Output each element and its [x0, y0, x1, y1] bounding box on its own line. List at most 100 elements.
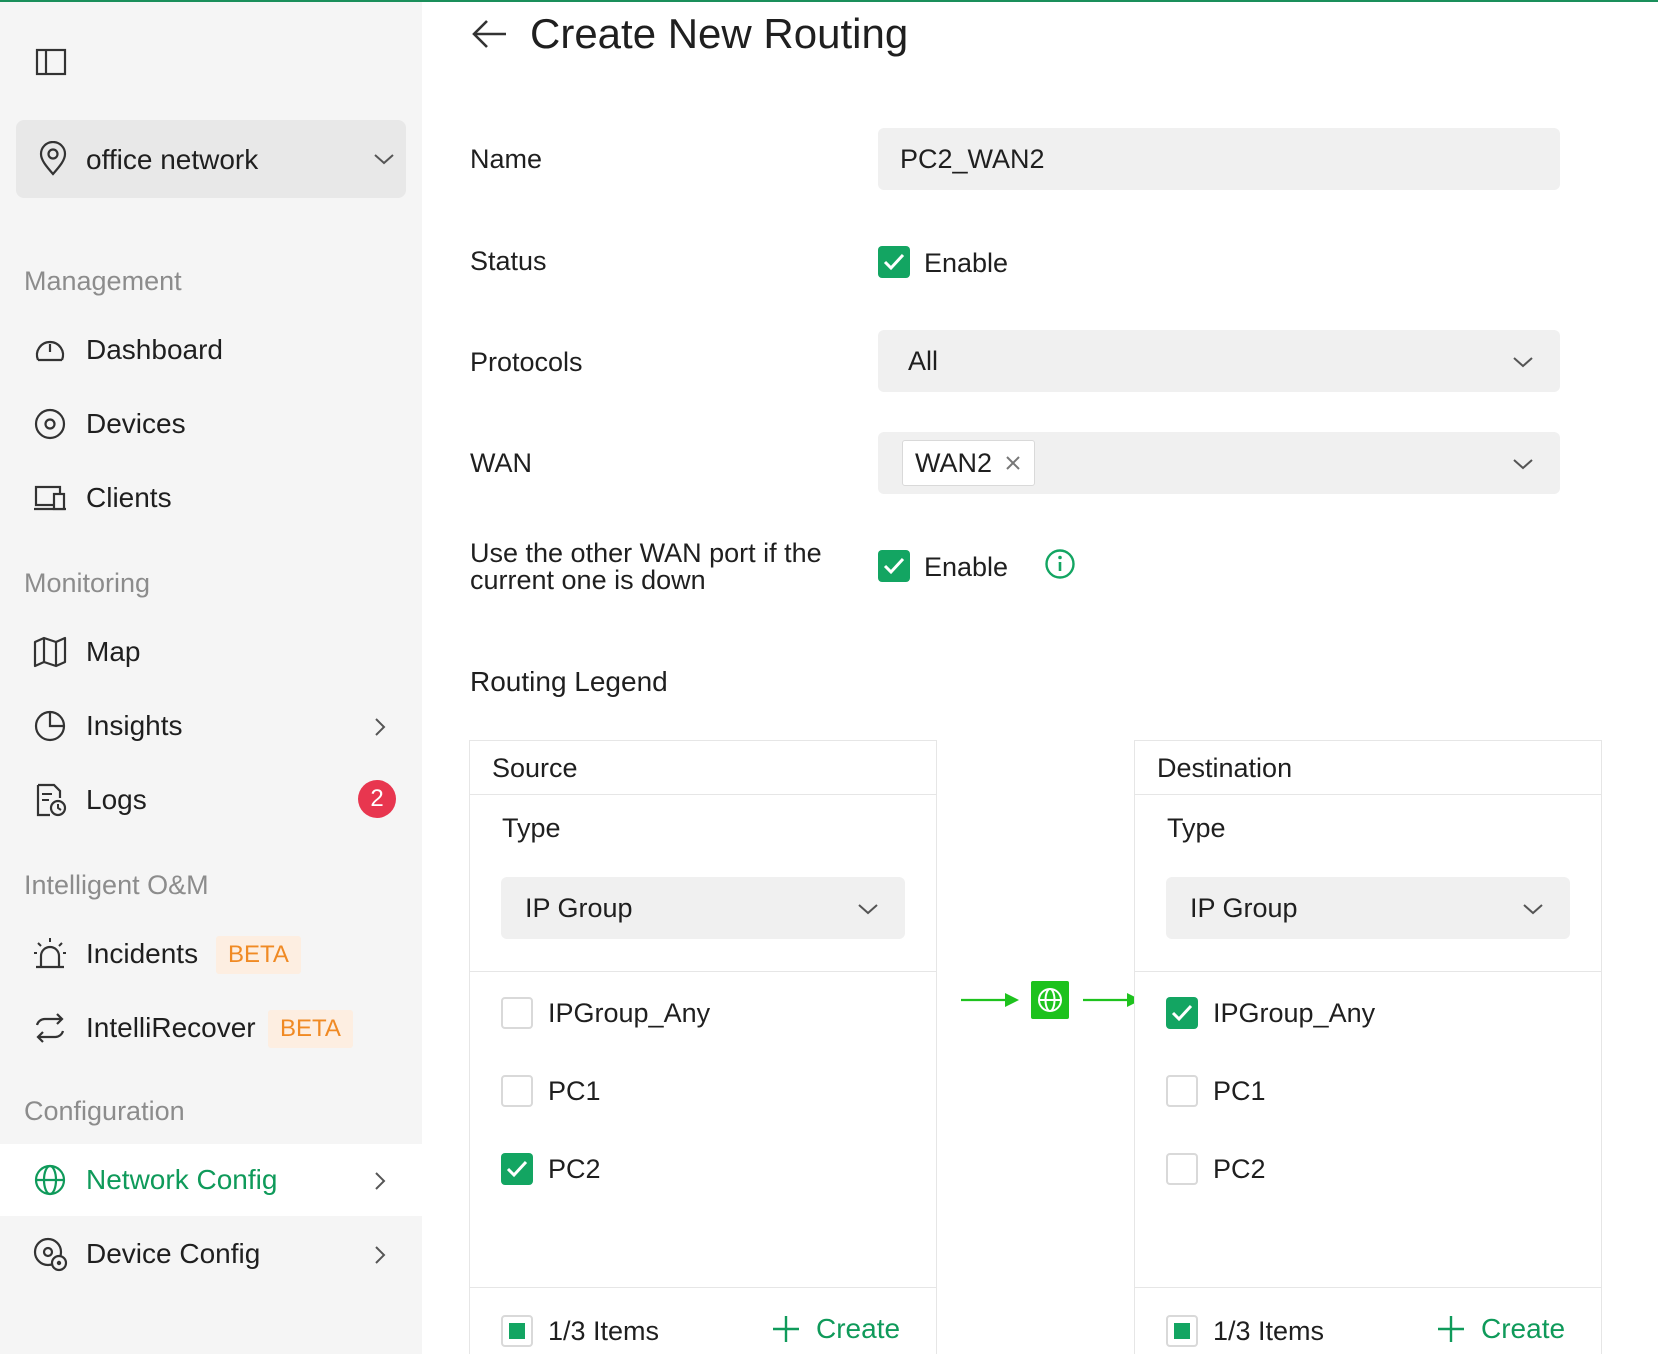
site-selector-label: office network	[86, 144, 259, 175]
sidebar-item-label: IntelliRecover	[86, 1012, 256, 1043]
device-config-icon	[33, 1237, 68, 1272]
sidebar-item-device-config[interactable]: Device Config	[0, 1218, 422, 1290]
sidebar: office network Management Dashboard Devi…	[0, 2, 422, 1354]
section-configuration: Configuration	[24, 1096, 185, 1126]
destination-option-checkbox[interactable]	[1166, 1153, 1198, 1185]
pie-chart-icon	[34, 710, 66, 742]
info-icon[interactable]	[1044, 548, 1076, 580]
source-create-label: Create	[816, 1313, 901, 1344]
divider	[1135, 1287, 1601, 1288]
source-option-label: IPGroup_Any	[548, 998, 711, 1028]
beta-tag: BETA	[216, 936, 301, 974]
failover-label-line2: current one is down	[470, 565, 706, 595]
source-type-label: Type	[502, 813, 561, 843]
site-selector[interactable]: office network	[16, 120, 406, 198]
destination-create-button[interactable]: Create	[1435, 1309, 1565, 1349]
chevron-down-icon	[1513, 459, 1533, 470]
sidebar-item-label: Devices	[86, 408, 186, 439]
name-label: Name	[470, 144, 543, 174]
destination-panel: Destination Type IP Group IPGroup_Any PC…	[1134, 740, 1602, 1354]
chevron-right-icon	[375, 1246, 386, 1264]
chevron-down-icon	[858, 904, 878, 915]
list-item[interactable]: PC1	[1166, 1071, 1586, 1111]
plus-icon	[1438, 1316, 1464, 1342]
failover-enable-checkbox[interactable]	[878, 550, 910, 582]
sidebar-item-clients[interactable]: Clients	[0, 462, 422, 534]
chevron-down-icon	[374, 154, 394, 165]
divider	[470, 1287, 936, 1288]
sidebar-item-label: Logs	[86, 784, 147, 815]
sidebar-item-label: Map	[86, 636, 141, 667]
source-panel-title: Source	[492, 753, 578, 783]
destination-create-label: Create	[1481, 1313, 1566, 1344]
divider	[470, 971, 936, 972]
source-item-count: 1/3 Items	[548, 1316, 660, 1346]
chevron-down-icon	[1513, 357, 1533, 368]
destination-panel-title: Destination	[1157, 753, 1293, 783]
arrow-left-icon[interactable]	[470, 16, 510, 52]
list-item[interactable]: IPGroup_Any	[1166, 993, 1586, 1033]
destination-option-label: IPGroup_Any	[1213, 998, 1376, 1028]
destination-option-label: PC1	[1213, 1076, 1266, 1106]
globe-icon	[34, 1164, 66, 1196]
wan-select[interactable]: WAN2	[878, 432, 1560, 494]
chevron-right-icon	[375, 718, 386, 736]
destination-option-checkbox[interactable]	[1166, 1075, 1198, 1107]
sidebar-item-incidents[interactable]: Incidents BETA	[0, 918, 422, 990]
status-enable-checkbox[interactable]	[878, 246, 910, 278]
divider	[1135, 971, 1601, 972]
destination-item-count: 1/3 Items	[1213, 1316, 1325, 1346]
status-enable-label: Enable	[924, 248, 1009, 278]
list-item[interactable]: PC2	[1166, 1149, 1586, 1189]
sidebar-item-label: Device Config	[86, 1238, 261, 1269]
device-icon	[34, 408, 66, 440]
destination-option-label: PC2	[1213, 1154, 1266, 1184]
source-option-label: PC2	[548, 1154, 601, 1184]
chevron-right-icon	[375, 1172, 386, 1190]
source-option-checkbox[interactable]	[501, 1075, 533, 1107]
section-management: Management	[24, 266, 182, 296]
sidebar-item-insights[interactable]: Insights	[0, 690, 422, 762]
protocols-select[interactable]: All	[878, 330, 1560, 392]
source-select-all-checkbox[interactable]	[501, 1315, 533, 1347]
chevron-down-icon	[1523, 904, 1543, 915]
wan-tag-label: WAN2	[915, 447, 993, 478]
source-type-select[interactable]: IP Group	[501, 877, 905, 939]
wan-label: WAN	[470, 448, 532, 478]
sidebar-toggle-icon[interactable]	[34, 46, 68, 78]
sidebar-item-label: Incidents	[86, 938, 199, 969]
sidebar-item-logs[interactable]: Logs 2	[0, 764, 422, 836]
page-title: Create New Routing	[530, 10, 909, 57]
source-option-checkbox[interactable]	[501, 1153, 533, 1185]
sidebar-item-network-config[interactable]: Network Config	[0, 1144, 422, 1216]
destination-type-value: IP Group	[1190, 893, 1298, 923]
sidebar-item-map[interactable]: Map	[0, 616, 422, 688]
source-type-value: IP Group	[525, 893, 633, 923]
source-panel: Source Type IP Group IPGroup_Any PC1 PC2	[469, 740, 937, 1354]
destination-option-checkbox[interactable]	[1166, 997, 1198, 1029]
source-create-button[interactable]: Create	[770, 1309, 900, 1349]
close-icon[interactable]	[1004, 454, 1022, 472]
source-option-checkbox[interactable]	[501, 997, 533, 1029]
sidebar-item-intellirecover[interactable]: IntelliRecover BETA	[0, 992, 422, 1064]
sidebar-item-label: Network Config	[86, 1164, 278, 1195]
list-item[interactable]: IPGroup_Any	[501, 993, 921, 1033]
sidebar-item-label: Dashboard	[86, 334, 223, 365]
list-item[interactable]: PC2	[501, 1149, 921, 1189]
list-item[interactable]: PC1	[501, 1071, 921, 1111]
destination-select-all-checkbox[interactable]	[1166, 1315, 1198, 1347]
sidebar-item-dashboard[interactable]: Dashboard	[0, 314, 422, 386]
source-panel-header: Source	[470, 741, 936, 795]
routing-legend-title: Routing Legend	[470, 666, 668, 697]
failover-enable-label: Enable	[924, 552, 1009, 582]
name-input[interactable]: PC2_WAN2	[878, 128, 1560, 190]
location-pin-icon	[39, 141, 67, 176]
sidebar-item-devices[interactable]: Devices	[0, 388, 422, 460]
section-monitoring: Monitoring	[24, 568, 151, 598]
sidebar-item-label: Clients	[86, 482, 172, 513]
alarm-icon	[34, 938, 66, 969]
destination-panel-header: Destination	[1135, 741, 1601, 795]
destination-type-select[interactable]: IP Group	[1166, 877, 1570, 939]
main-content: Create New Routing Name PC2_WAN2 Status …	[422, 2, 1658, 1354]
protocols-label: Protocols	[470, 347, 583, 377]
